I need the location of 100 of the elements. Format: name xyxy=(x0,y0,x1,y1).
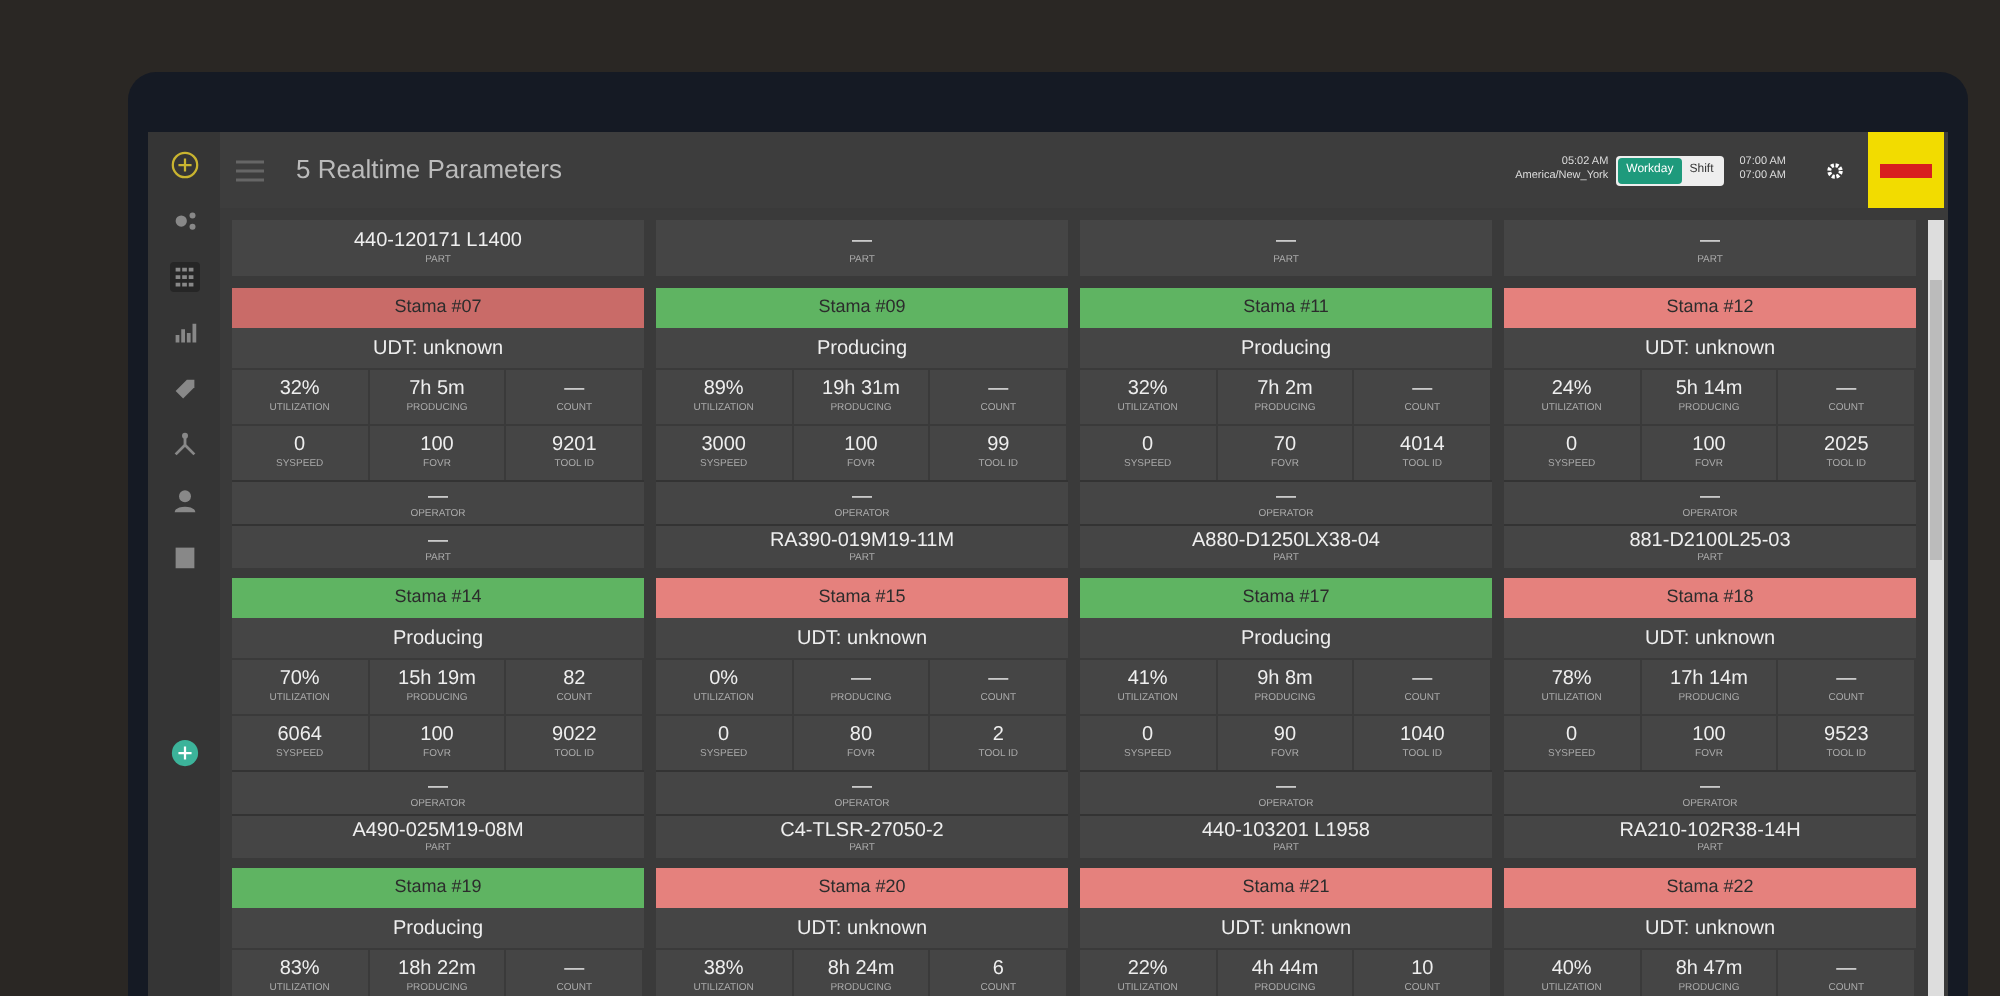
machine-status: UDT: unknown xyxy=(1218,915,1354,943)
metric-value: 32% xyxy=(1127,380,1168,400)
machine-header: Stama #09 xyxy=(656,288,1068,328)
metric-value: — xyxy=(1836,960,1857,980)
metric-value: — xyxy=(564,380,585,400)
metric-value: 100 xyxy=(420,436,454,456)
hierarchy-icon[interactable] xyxy=(169,430,199,460)
metric-value: 70% xyxy=(279,670,320,690)
metric-value: — xyxy=(1412,670,1433,690)
field-value: — xyxy=(852,777,872,797)
metric-value: 8h 47m xyxy=(1675,960,1743,980)
metric-value: 0 xyxy=(1142,726,1154,746)
add-icon[interactable] xyxy=(169,738,199,768)
machine-status: Producing xyxy=(390,625,486,653)
field-value: — xyxy=(428,487,448,507)
machine-header: Stama #20 xyxy=(656,868,1068,908)
metric-value: 18h 22m xyxy=(398,960,476,980)
metric-value: 80 xyxy=(849,726,873,746)
machine-status: UDT: unknown xyxy=(1642,625,1778,653)
metric-value: 5h 14m xyxy=(1675,380,1743,400)
metric-value: 19h 31m xyxy=(822,380,900,400)
field-value: 881-D2100L25-03 xyxy=(1629,531,1791,551)
metric-value: 2 xyxy=(992,726,1004,746)
settings-icon[interactable] xyxy=(1826,161,1844,179)
scrollbar[interactable] xyxy=(1928,220,1944,996)
field-value: A490-025M19-08M xyxy=(352,821,524,841)
metric-value: — xyxy=(850,670,871,690)
menu-icon[interactable] xyxy=(236,159,264,181)
metric-value: — xyxy=(564,960,585,980)
machine-header: Stama #22 xyxy=(1504,868,1916,908)
metric-value: — xyxy=(1836,380,1857,400)
metric-value: 0% xyxy=(709,670,739,690)
metric-value: 83% xyxy=(279,960,320,980)
metric-value: 0 xyxy=(1142,436,1154,456)
part-value: — xyxy=(852,231,872,251)
machine-status: Producing xyxy=(814,335,910,363)
field-value: C4-TLSR-27050-2 xyxy=(780,821,944,841)
metric-value: 10 xyxy=(1411,960,1434,980)
metric-value: 1040 xyxy=(1400,726,1445,746)
metric-value: 4014 xyxy=(1400,436,1445,456)
metric-value: 24% xyxy=(1551,380,1592,400)
metric-value: 9523 xyxy=(1824,726,1869,746)
machine-status: UDT: unknown xyxy=(1642,915,1778,943)
metric-value: 0 xyxy=(1566,726,1578,746)
metric-value: 90 xyxy=(1273,726,1297,746)
field-value: — xyxy=(428,777,448,797)
metric-value: 22% xyxy=(1127,960,1168,980)
metric-value: 6 xyxy=(992,960,1004,980)
part-value: — xyxy=(1276,231,1296,251)
metric-value: — xyxy=(988,670,1009,690)
grid-icon[interactable] xyxy=(169,262,199,292)
metric-value: 0 xyxy=(294,436,306,456)
metric-value: 9201 xyxy=(552,436,597,456)
metric-value: 4h 44m xyxy=(1251,960,1319,980)
machine-status: UDT: unknown xyxy=(794,625,930,653)
part-value: 440-120171 L1400 xyxy=(354,231,522,251)
metric-value: 100 xyxy=(420,726,454,746)
machine-header: Stama #17 xyxy=(1080,578,1492,618)
machine-header: Stama #11 xyxy=(1080,288,1492,328)
metric-value: 38% xyxy=(703,960,744,980)
add-icon[interactable] xyxy=(169,150,199,180)
field-value: 440-103201 L1958 xyxy=(1202,821,1370,841)
metric-value: 0 xyxy=(1566,436,1578,456)
metric-value: 9h 8m xyxy=(1257,670,1313,690)
metric-value: 41% xyxy=(1127,670,1168,690)
machine-header: Stama #14 xyxy=(232,578,644,618)
field-value: A880-D1250LX38-04 xyxy=(1192,531,1380,551)
metric-value: 82 xyxy=(563,670,586,690)
logo-icon xyxy=(1868,132,1944,208)
machine-status: Producing xyxy=(1238,625,1334,653)
field-value: — xyxy=(1700,487,1720,507)
metric-value: 17h 14m xyxy=(1670,670,1748,690)
machine-header: Stama #15 xyxy=(656,578,1068,618)
metric-value: 3000 xyxy=(701,436,746,456)
metric-value: 40% xyxy=(1551,960,1592,980)
field-value: RA210-102R38-14H xyxy=(1619,821,1801,841)
metric-value: 89% xyxy=(703,380,744,400)
person-icon[interactable] xyxy=(169,486,199,516)
field-value: — xyxy=(852,487,872,507)
metric-value: 7h 2m xyxy=(1257,380,1313,400)
machine-header: Stama #12 xyxy=(1504,288,1916,328)
field-value: — xyxy=(428,531,448,551)
metric-value: 78% xyxy=(1551,670,1592,690)
field-value: — xyxy=(1276,777,1296,797)
field-value: — xyxy=(1276,487,1296,507)
metric-value: 8h 24m xyxy=(827,960,895,980)
machine-header: Stama #19 xyxy=(232,868,644,908)
machine-header: Stama #18 xyxy=(1504,578,1916,618)
metric-value: 32% xyxy=(279,380,320,400)
machine-status: UDT: unknown xyxy=(1642,335,1778,363)
metric-value: 70 xyxy=(1273,436,1297,456)
page-title: 5 Realtime Parameters xyxy=(296,152,562,189)
machine-status: UDT: unknown xyxy=(370,335,506,363)
part-value: — xyxy=(1700,231,1720,251)
machine-status: UDT: unknown xyxy=(794,915,930,943)
metric-value: 100 xyxy=(1692,726,1726,746)
machine-status: Producing xyxy=(1238,335,1334,363)
metric-value: — xyxy=(1412,380,1433,400)
machine-status: Producing xyxy=(390,915,486,943)
metric-value: 99 xyxy=(987,436,1010,456)
